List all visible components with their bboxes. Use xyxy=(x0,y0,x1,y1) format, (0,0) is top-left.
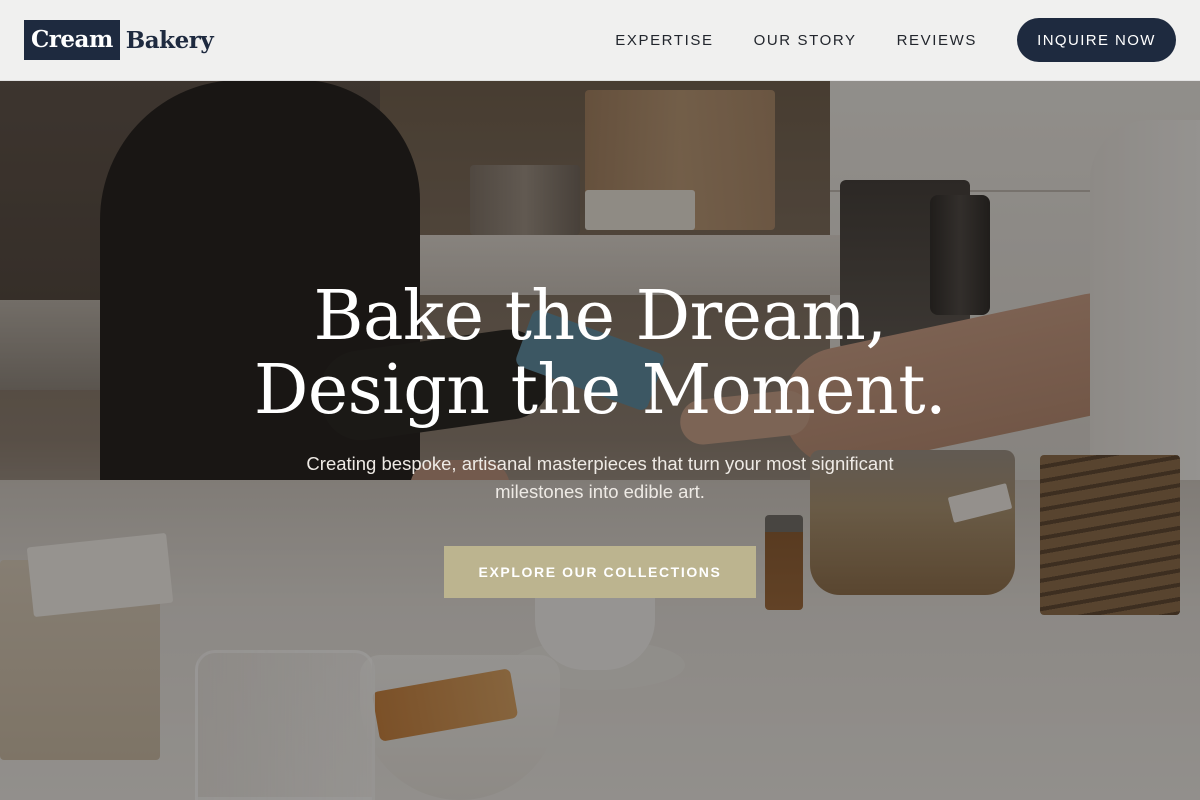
inquire-now-button[interactable]: INQUIRE NOW xyxy=(1017,18,1176,62)
nav-link-our-story[interactable]: OUR STORY xyxy=(754,32,857,49)
site-logo[interactable]: Cream Bakery xyxy=(24,20,214,60)
logo-wordmark: Bakery xyxy=(125,26,214,54)
hero-subtitle: Creating bespoke, artisanal masterpieces… xyxy=(306,453,894,502)
nav-links: EXPERTISE OUR STORY REVIEWS INQUIRE NOW xyxy=(615,18,1176,62)
hero-content: Bake the Dream, Design the Moment. Creat… xyxy=(0,280,1200,598)
headline-line-2: Design the Moment. xyxy=(253,351,947,430)
nav-link-reviews[interactable]: REVIEWS xyxy=(897,32,977,49)
logo-highlight: Cream xyxy=(24,20,120,60)
top-navbar: Cream Bakery EXPERTISE OUR STORY REVIEWS… xyxy=(0,0,1200,81)
explore-collections-button[interactable]: EXPLORE OUR COLLECTIONS xyxy=(444,546,756,598)
headline-line-1: Bake the Dream, xyxy=(313,277,887,356)
hero-headline: Bake the Dream, Design the Moment. xyxy=(0,280,1200,428)
nav-link-expertise[interactable]: EXPERTISE xyxy=(615,32,713,49)
